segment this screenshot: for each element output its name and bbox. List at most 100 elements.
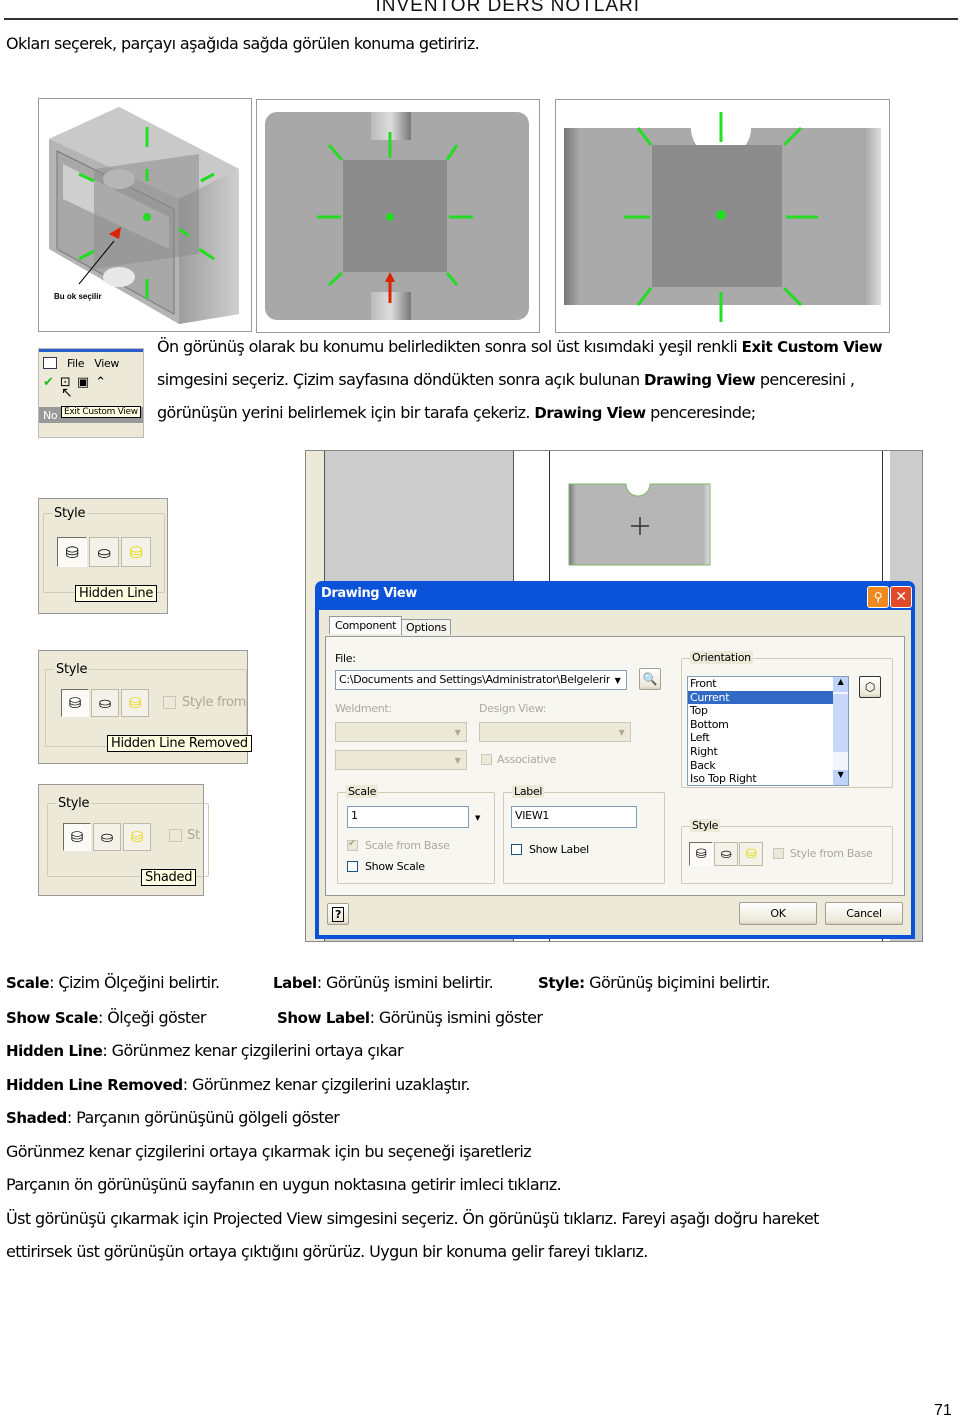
definition-term: Scale — [6, 974, 50, 992]
style-group-title: Style — [56, 796, 92, 811]
cursor-arrow-icon: ↖ — [61, 385, 73, 401]
hidden-line-button[interactable]: ⛁ — [689, 842, 713, 866]
design-view-combo[interactable]: ▼ — [479, 722, 631, 742]
orientation-option[interactable]: Top — [688, 704, 848, 718]
orientation-option[interactable]: Front — [688, 677, 848, 691]
view-preview — [568, 483, 711, 566]
file-path-value: C:\Documents and Settings\Administrator\… — [339, 673, 624, 686]
definition-description: : Parçanın görünüşünü gölgeli göster — [66, 1108, 340, 1127]
cancel-button[interactable]: Cancel — [825, 902, 903, 925]
tab-component[interactable]: Component — [329, 616, 403, 634]
hidden-line-removed-button[interactable]: ⛀ — [89, 537, 119, 567]
definition-item: Scale: Çizim Ölçeğini belirtir. — [6, 973, 220, 992]
hidden-line-button[interactable]: ⛁ — [57, 537, 87, 567]
definition-term: Shaded — [6, 1109, 67, 1127]
style-from-base-checkbox[interactable] — [773, 848, 784, 859]
tab-options[interactable]: Options — [401, 619, 452, 635]
orientation-option[interactable]: Bottom — [688, 718, 848, 732]
definition-item: Show Scale: Ölçeği göster — [6, 1008, 206, 1027]
hidden-line-icon: ⛁ — [695, 846, 707, 862]
weldment-combo[interactable]: ▼ — [335, 722, 467, 742]
style-from-base-label-partial: St — [187, 828, 200, 843]
definition-term: Hidden Line — [6, 1042, 103, 1060]
orientation-option[interactable]: Iso Top Right — [688, 772, 848, 785]
hidden-line-button[interactable]: ⛁ — [63, 823, 91, 851]
intro-text: Okları seçerek, parçayı aşağıda sağda gö… — [6, 34, 480, 53]
definition-term: Style: — [538, 974, 585, 992]
associative-label: Associative — [497, 753, 556, 766]
rotate-icon[interactable]: ⌃ — [95, 375, 106, 390]
scale-from-base-label: Scale from Base — [365, 839, 450, 852]
shaded-button[interactable]: ⛁ — [121, 689, 149, 717]
paragraph1-line1-text: Ön görünüş olarak bu konumu belirledikte… — [157, 337, 742, 356]
scale-input[interactable]: 1 — [347, 806, 469, 828]
orientation-option[interactable]: Back — [688, 759, 848, 773]
scale-from-base-checkbox[interactable]: ✔ — [347, 838, 358, 851]
hidden-line-removed-button[interactable]: ⛀ — [714, 842, 738, 866]
hidden-line-button[interactable]: ⛁ — [61, 689, 89, 717]
orientation-option[interactable]: Left — [688, 731, 848, 745]
style-from-base-label: Style from — [182, 695, 247, 710]
orientation-option[interactable]: Right — [688, 745, 848, 759]
hidden-line-removed-button[interactable]: ⛀ — [91, 689, 119, 717]
chevron-down-icon: ▼ — [450, 724, 465, 740]
paragraph1-line3-post: penceresinde; — [645, 403, 756, 422]
front-part-render-1 — [265, 112, 529, 320]
menu-file[interactable]: File — [67, 357, 85, 370]
exit-custom-view-icon[interactable]: ✔ — [43, 375, 54, 390]
shaded-button[interactable]: ⛁ — [121, 537, 151, 567]
paragraph1-line3-text: görünüşün yerini belirlemek için bir tar… — [157, 403, 535, 422]
file-combo[interactable]: C:\Documents and Settings\Administrator\… — [335, 670, 627, 690]
chevron-down-icon[interactable]: ▼ — [610, 672, 625, 688]
custom-view-button[interactable]: ⬡ — [859, 676, 881, 698]
show-label-checkbox[interactable] — [511, 844, 522, 855]
style-from-base-checkbox[interactable] — [169, 829, 182, 842]
custom-view-icon: ⬡ — [864, 680, 876, 694]
shaded-button[interactable]: ⛁ — [739, 842, 763, 866]
document-header-title: INVENTOR DERS NOTLARI — [375, 0, 640, 16]
part-notch-bottom — [103, 267, 135, 287]
hidden-line-removed-button[interactable]: ⛀ — [93, 823, 121, 851]
paragraph1-line2-post: penceresini , — [755, 370, 855, 389]
ok-button[interactable]: OK — [739, 902, 817, 925]
orientation-scrollbar[interactable]: ▲ ▼ — [833, 677, 848, 785]
show-label-label: Show Label — [529, 843, 589, 856]
orientation-listbox[interactable]: Front Current Top Bottom Left Right Back Iso To… — [687, 676, 849, 786]
pin-icon: ⚲ — [873, 590, 883, 604]
shaded-icon: ⛁ — [128, 694, 142, 712]
toolbar-row: ✔ ⊡ ▣ ⌃ — [43, 375, 106, 390]
style-from-base-label: Style from Base — [790, 847, 873, 860]
drawing-view-dialog: Drawing View ⚲ ✕ Component Options File:… — [315, 581, 915, 939]
label-input[interactable]: VIEW1 — [511, 806, 637, 828]
definition-item: Show Label: Görünüş ismini göster — [277, 1008, 543, 1027]
toolbar-snippet: File View ✔ ⊡ ▣ ⌃ No Exit Custom View ↖ — [38, 348, 144, 438]
center-handle — [716, 210, 726, 220]
design-view-label: Design View: — [479, 702, 547, 715]
shaded-icon: ⛁ — [129, 542, 143, 562]
scale-dropdown-icon[interactable]: ▼ — [475, 814, 480, 822]
help-button[interactable]: ? — [327, 903, 349, 925]
help-icon: ? — [331, 906, 345, 922]
style-from-base-checkbox[interactable] — [163, 696, 176, 709]
center-handle — [386, 213, 394, 221]
pin-button[interactable]: ⚲ — [867, 586, 889, 608]
scroll-up-icon[interactable]: ▲ — [833, 677, 848, 692]
page-number: 71 — [934, 1402, 952, 1419]
titlebar-strip — [39, 349, 143, 352]
scroll-thumb[interactable] — [833, 694, 848, 752]
closing-line: Görünmez kenar çizgilerini ortaya çıkarm… — [6, 1142, 532, 1161]
associative-checkbox[interactable] — [481, 754, 492, 765]
weldment-combo-2[interactable]: ▼ — [335, 750, 467, 770]
closing-line: Üst görünüşü çıkarmak için Projected Vie… — [6, 1209, 819, 1228]
close-button[interactable]: ✕ — [890, 586, 912, 608]
hidden-line-tooltip: Hidden Line — [75, 585, 158, 602]
shaded-button[interactable]: ⛁ — [123, 823, 151, 851]
scroll-down-icon[interactable]: ▼ — [833, 770, 848, 785]
zoom-window-icon[interactable]: ▣ — [77, 375, 89, 390]
show-scale-checkbox[interactable] — [347, 861, 358, 872]
orientation-option[interactable]: Current — [688, 690, 848, 705]
front-view-figure-1 — [256, 99, 540, 333]
definition-description: Görünüş biçimini belirtir. — [584, 973, 771, 992]
browse-file-button[interactable]: 🔍 — [639, 668, 661, 690]
menu-view[interactable]: View — [94, 357, 119, 370]
